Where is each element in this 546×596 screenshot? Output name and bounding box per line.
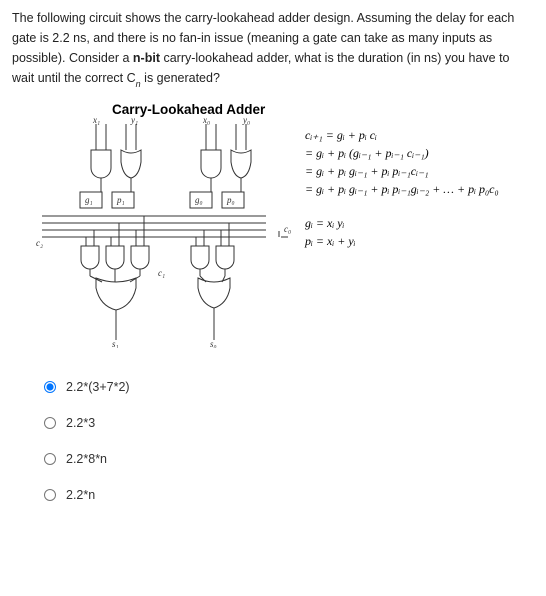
eq-line-1: cᵢ₊₁ = gᵢ + pᵢ cᵢ [305,126,499,144]
radio-b[interactable] [44,417,56,429]
eq-line-2: = gᵢ + pᵢ (gᵢ₋₁ + pᵢ₋₁ cᵢ₋₁) [305,144,499,162]
equations-block: cᵢ₊₁ = gᵢ + pᵢ cᵢ = gᵢ + pᵢ (gᵢ₋₁ + pᵢ₋₁… [305,126,499,250]
q-part-d: is generated? [141,71,220,85]
q-sub-n: n [136,79,141,89]
lbl-s1: s₁ [112,339,119,348]
lbl-s0: s₀ [210,339,217,348]
lbl-c2: c₂ [36,238,43,248]
radio-a[interactable] [44,381,56,393]
eq2-line-2: pᵢ = xᵢ + yᵢ [305,232,499,250]
lbl-x1: x₁ [92,116,100,125]
option-d[interactable]: 2.2*n [44,488,534,502]
option-c-label: 2.2*8*n [66,452,107,466]
svg-text:g₁: g₁ [85,195,93,205]
option-b-label: 2.2*3 [66,416,95,430]
svg-text:p₀: p₀ [226,195,235,205]
option-c[interactable]: 2.2*8*n [44,452,534,466]
option-b[interactable]: 2.2*3 [44,416,534,430]
option-a[interactable]: 2.2*(3+7*2) [44,380,534,394]
lbl-y0: y₀ [242,116,250,125]
lbl-c0: c₀ [284,224,291,234]
lbl-x0: x₀ [202,116,210,125]
figure-area: Carry-Lookahead Adder [12,102,534,352]
figure-title: Carry-Lookahead Adder [112,102,265,117]
eq2-line-1: gᵢ = xᵢ yᵢ [305,214,499,232]
lbl-c1: c₁ [158,268,165,278]
eq-line-3: = gᵢ + pᵢ gᵢ₋₁ + pᵢ pᵢ₋₁cᵢ₋₁ [305,162,499,180]
option-d-label: 2.2*n [66,488,95,502]
radio-d[interactable] [44,489,56,501]
svg-text:g₀: g₀ [195,195,203,205]
q-bold: n-bit [133,51,160,65]
lbl-y1: y₁ [130,116,138,125]
radio-c[interactable] [44,453,56,465]
circuit-diagram: x₁ y₁ x₀ y₀ g₁ p₁ g₀ p₀ c₂ c₁ c₀ s₁ s₀ [36,116,296,348]
option-a-label: 2.2*(3+7*2) [66,380,130,394]
eq-line-4: = gᵢ + pᵢ gᵢ₋₁ + pᵢ pᵢ₋₁gᵢ₋₂ + … + pᵢ p₀… [305,180,499,198]
question-text: The following circuit shows the carry-lo… [12,8,534,90]
svg-text:p₁: p₁ [116,195,125,205]
answer-options: 2.2*(3+7*2) 2.2*3 2.2*8*n 2.2*n [44,380,534,502]
